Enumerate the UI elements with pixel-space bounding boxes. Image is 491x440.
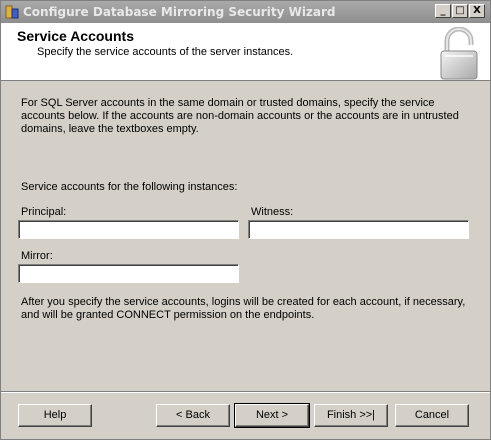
- close-button[interactable]: X: [469, 4, 485, 18]
- page-subtitle: Specify the service accounts of the serv…: [37, 46, 294, 58]
- page-title: Service Accounts: [17, 28, 134, 44]
- intro-text: For SQL Server accounts in the same doma…: [21, 97, 459, 135]
- finish-button[interactable]: Finish >>|: [314, 404, 388, 427]
- app-icon: [4, 4, 20, 20]
- principal-input[interactable]: [18, 220, 239, 239]
- footer-divider: [1, 391, 490, 393]
- principal-label: Principal:: [21, 206, 67, 218]
- witness-label: Witness:: [251, 206, 294, 218]
- help-button[interactable]: Help: [18, 404, 92, 427]
- wizard-header: Service Accounts Specify the service acc…: [1, 23, 490, 81]
- minimize-button[interactable]: _: [435, 4, 451, 18]
- mirror-label: Mirror:: [21, 250, 53, 262]
- window-title: Configure Database Mirroring Security Wi…: [23, 5, 336, 19]
- maximize-button[interactable]: □: [452, 4, 468, 18]
- cancel-button[interactable]: Cancel: [395, 404, 469, 427]
- title-bar[interactable]: Configure Database Mirroring Security Wi…: [1, 1, 490, 23]
- instances-label: Service accounts for the following insta…: [21, 181, 238, 193]
- wizard-window: Configure Database Mirroring Security Wi…: [0, 0, 491, 440]
- mirror-input[interactable]: [18, 264, 239, 283]
- witness-input[interactable]: [248, 220, 469, 239]
- note-text: After you specify the service accounts, …: [21, 296, 466, 321]
- next-button[interactable]: Next >: [234, 403, 310, 428]
- padlock-icon: [439, 26, 483, 84]
- back-button[interactable]: < Back: [156, 404, 230, 427]
